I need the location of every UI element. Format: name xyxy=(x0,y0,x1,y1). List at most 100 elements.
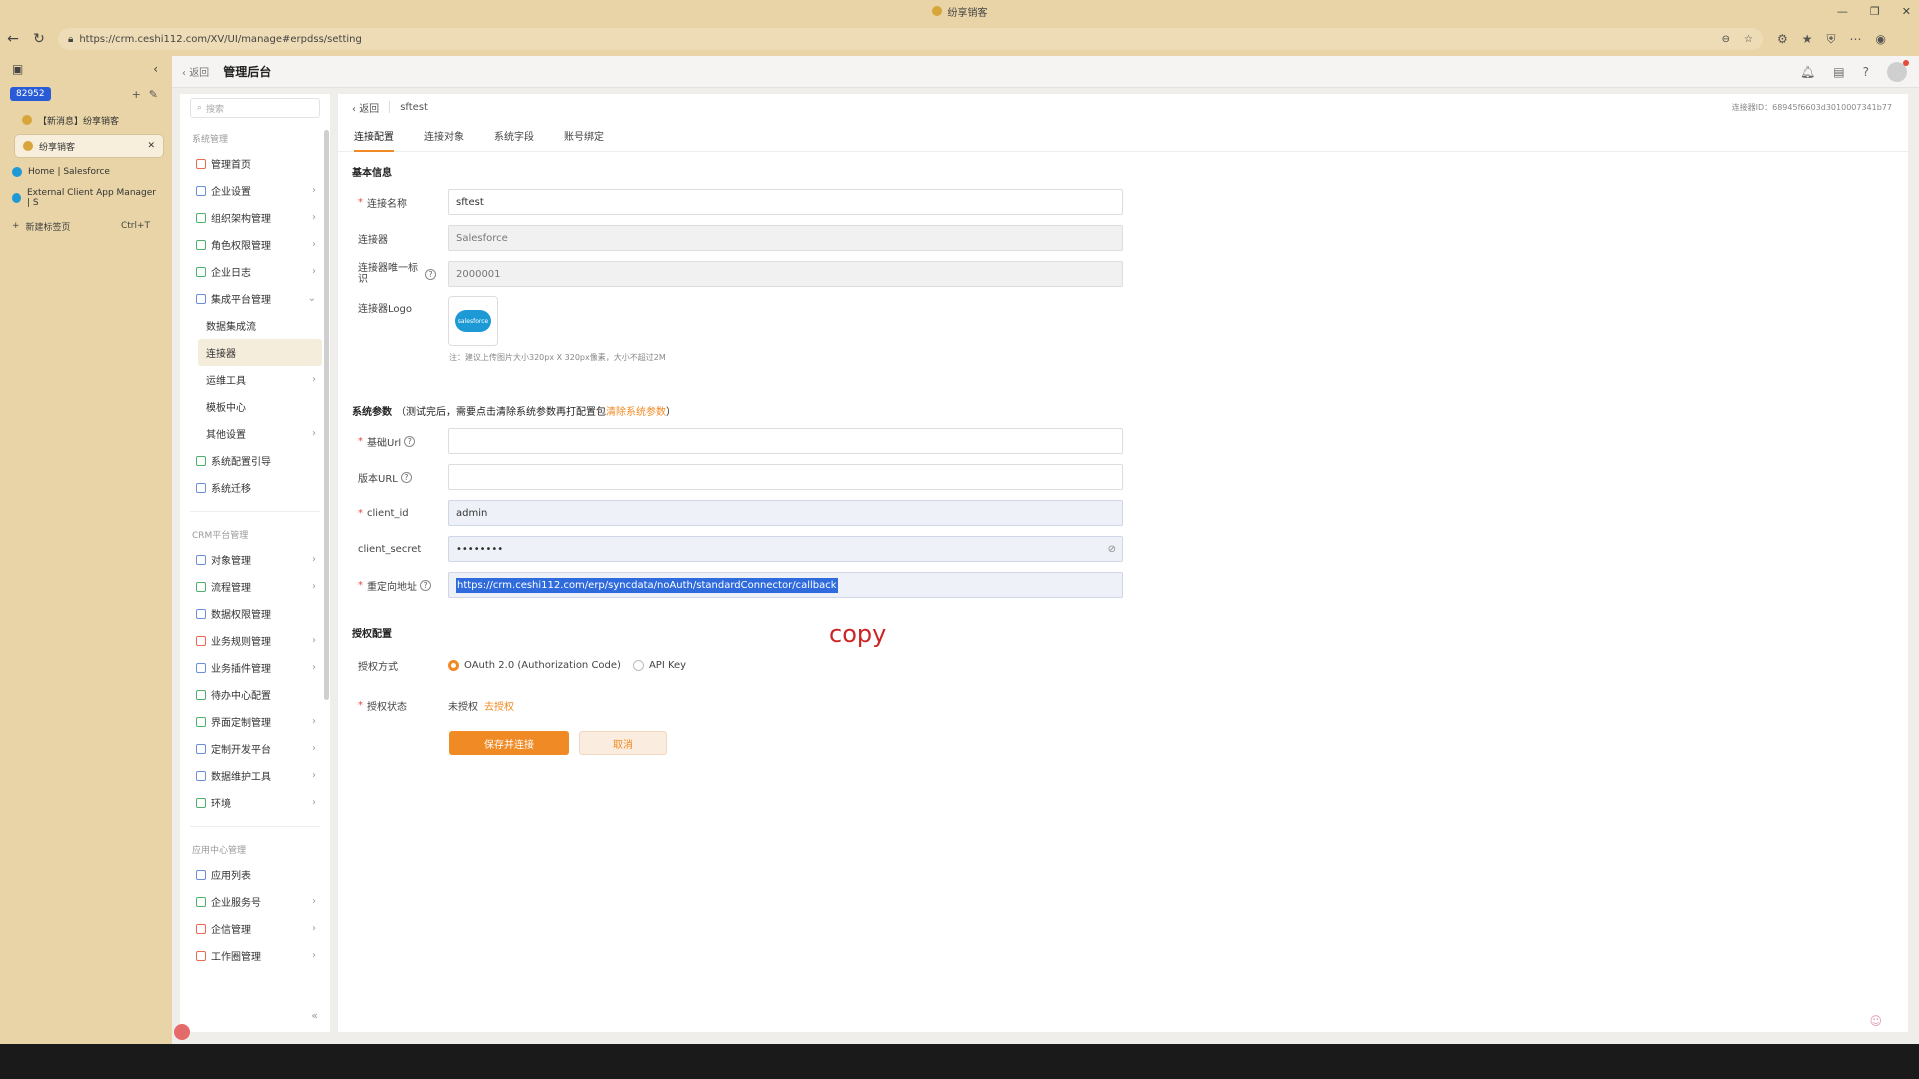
assistant-icon[interactable]: ☺ xyxy=(1869,1014,1882,1028)
circle-icon xyxy=(196,950,206,961)
tab-system-fields[interactable]: 系统字段 xyxy=(494,120,534,152)
maximize-icon[interactable]: ❐ xyxy=(1870,5,1880,18)
menu-scrollbar[interactable] xyxy=(324,130,329,700)
workspace-badge[interactable]: 82952 xyxy=(10,87,51,101)
menu-item-work-circle[interactable]: 工作圈管理 › xyxy=(180,942,330,969)
shield-icon[interactable]: ⛨ xyxy=(1827,32,1836,47)
close-icon[interactable]: ✕ xyxy=(1902,5,1911,18)
url-field[interactable]: 🔒︎ https://crm.ceshi112.com/XV/UI/manage… xyxy=(58,28,1763,50)
menu-item-templates[interactable]: 模板中心 xyxy=(180,393,330,420)
menu-item-home[interactable]: 管理首页 xyxy=(180,150,330,177)
breadcrumb: ‹ 返回 sftest xyxy=(338,94,1908,120)
chart-icon xyxy=(196,770,206,781)
chevron-right-icon: › xyxy=(312,212,316,223)
browser-tab-fxiaoke[interactable]: 纷享销客 ✕ xyxy=(14,134,164,158)
tab-account-binding[interactable]: 账号绑定 xyxy=(564,120,604,152)
new-tab-label: 新建标签页 xyxy=(25,222,71,233)
reload-icon[interactable]: ↻ xyxy=(26,31,52,47)
inbox-icon[interactable]: ▤ xyxy=(1833,65,1844,79)
menu-item-other-settings[interactable]: 其他设置 › xyxy=(180,420,330,447)
avatar[interactable] xyxy=(1887,60,1909,82)
base-url-input[interactable] xyxy=(448,428,1123,454)
content-back-link[interactable]: ‹ 返回 xyxy=(352,100,379,115)
menu-item-migration[interactable]: 系统迁移 xyxy=(180,474,330,501)
object-icon xyxy=(196,554,206,565)
tab-connection-config[interactable]: 连接配置 xyxy=(354,120,394,152)
cancel-button[interactable]: 取消 xyxy=(579,731,667,755)
menu-item-app-list[interactable]: 应用列表 xyxy=(180,861,330,888)
menu-item-business-rules[interactable]: 业务规则管理 › xyxy=(180,627,330,654)
extensions-icon[interactable]: ⚙ xyxy=(1777,32,1788,46)
app-title: 管理后台 xyxy=(223,65,272,79)
plus-icon: + xyxy=(12,221,20,231)
menu-item-objects[interactable]: 对象管理 › xyxy=(180,546,330,573)
connector-name: sftest xyxy=(400,101,428,113)
menu-item-ops-tools[interactable]: 运维工具 › xyxy=(180,366,330,393)
chevron-down-icon: ⌄ xyxy=(307,293,316,304)
connection-name-input[interactable]: sftest xyxy=(448,189,1123,215)
chevron-right-icon: › xyxy=(312,239,316,250)
reader-icon[interactable]: ⊖ xyxy=(1722,34,1730,45)
menu-item-plugins[interactable]: 业务插件管理 › xyxy=(180,654,330,681)
menu-item-todo[interactable]: 待办中心配置 xyxy=(180,681,330,708)
bell-icon[interactable]: 🔔︎ xyxy=(1800,65,1815,79)
app-header: ‹ 返回 管理后台 🔔︎ ▤ ? xyxy=(172,56,1919,88)
menu-item-company-settings[interactable]: 企业设置 › xyxy=(180,177,330,204)
menu-search-input[interactable]: ⌕ 搜索 xyxy=(190,98,320,118)
help-circle-icon: ? xyxy=(404,435,416,447)
browser-tab-new-message[interactable]: 【新消息】纷享销客 xyxy=(14,108,164,132)
sidebar-toggle-icon[interactable]: ▣ xyxy=(12,62,23,76)
menu-item-data-tools[interactable]: 数据维护工具 › xyxy=(180,762,330,789)
browser-tab-external-client[interactable]: External Client App Manager | S xyxy=(8,186,164,210)
authorize-link[interactable]: 去授权 xyxy=(484,702,514,713)
menu-item-environment[interactable]: 环境 › xyxy=(180,789,330,816)
header-back-link[interactable]: ‹ 返回 xyxy=(182,64,209,79)
version-url-row: 版本URL? xyxy=(338,459,1908,495)
help-icon[interactable]: ? xyxy=(1863,65,1869,79)
menu-item-data-permission[interactable]: 数据权限管理 xyxy=(180,600,330,627)
environment-icon xyxy=(196,797,206,808)
menu-item-roles[interactable]: 角色权限管理 › xyxy=(180,231,330,258)
clear-params-link[interactable]: 清除系统参数 xyxy=(606,403,666,418)
menu-item-logs[interactable]: 企业日志 › xyxy=(180,258,330,285)
radio-oauth2[interactable]: OAuth 2.0 (Authorization Code) xyxy=(448,659,621,671)
tab-connection-objects[interactable]: 连接对象 xyxy=(424,120,464,152)
collapse-menu-icon[interactable]: « xyxy=(311,1009,318,1022)
close-tab-icon[interactable]: ✕ xyxy=(147,141,155,151)
code-icon xyxy=(196,743,206,754)
menu-item-ui-custom[interactable]: 界面定制管理 › xyxy=(180,708,330,735)
menu-item-dev-platform[interactable]: 定制开发平台 › xyxy=(180,735,330,762)
menu-item-service-account[interactable]: 企业服务号 › xyxy=(180,888,330,915)
new-tab-button[interactable]: + 新建标签页 Ctrl+T xyxy=(0,214,172,238)
minimize-icon[interactable]: — xyxy=(1837,5,1848,18)
more-icon[interactable]: ⋯ xyxy=(1850,32,1862,46)
radio-api-key[interactable]: API Key xyxy=(632,659,686,671)
log-icon xyxy=(196,266,206,277)
menu-item-connector[interactable]: 连接器 xyxy=(198,339,322,366)
back-arrow-icon[interactable]: ← xyxy=(0,31,26,47)
edit-icon[interactable]: ✎ xyxy=(149,88,158,101)
client-secret-input[interactable]: •••••••• ⊘ xyxy=(448,536,1123,562)
add-tab-icon[interactable]: + xyxy=(132,88,141,101)
logo-upload[interactable]: salesforce xyxy=(448,296,498,346)
building-icon xyxy=(196,185,206,196)
window-title-text: 纷享销客 xyxy=(947,7,988,19)
favorites-icon[interactable]: ★ xyxy=(1802,32,1813,46)
menu-item-config-guide[interactable]: 系统配置引导 xyxy=(180,447,330,474)
redirect-url-input[interactable]: https://crm.ceshi112.com/erp/syncdata/no… xyxy=(448,572,1123,598)
check-icon xyxy=(196,689,206,700)
menu-item-integration[interactable]: 集成平台管理 ⌄ xyxy=(180,285,330,312)
save-connect-button[interactable]: 保存并连接 xyxy=(449,731,569,755)
favorite-star-icon[interactable]: ☆ xyxy=(1744,34,1753,45)
client-id-input[interactable]: admin xyxy=(448,500,1123,526)
copilot-icon[interactable]: ◉ xyxy=(1876,32,1886,46)
new-tab-shortcut: Ctrl+T xyxy=(120,221,150,231)
menu-item-org[interactable]: 组织架构管理 › xyxy=(180,204,330,231)
version-url-input[interactable] xyxy=(448,464,1123,490)
eye-off-icon[interactable]: ⊘ xyxy=(1108,544,1116,555)
collapse-left-icon[interactable]: ‹ xyxy=(153,62,158,76)
menu-item-process[interactable]: 流程管理 › xyxy=(180,573,330,600)
menu-item-data-flow[interactable]: 数据集成流 xyxy=(180,312,330,339)
browser-tab-salesforce-home[interactable]: Home | Salesforce xyxy=(8,160,164,184)
menu-item-messaging[interactable]: 企信管理 › xyxy=(180,915,330,942)
